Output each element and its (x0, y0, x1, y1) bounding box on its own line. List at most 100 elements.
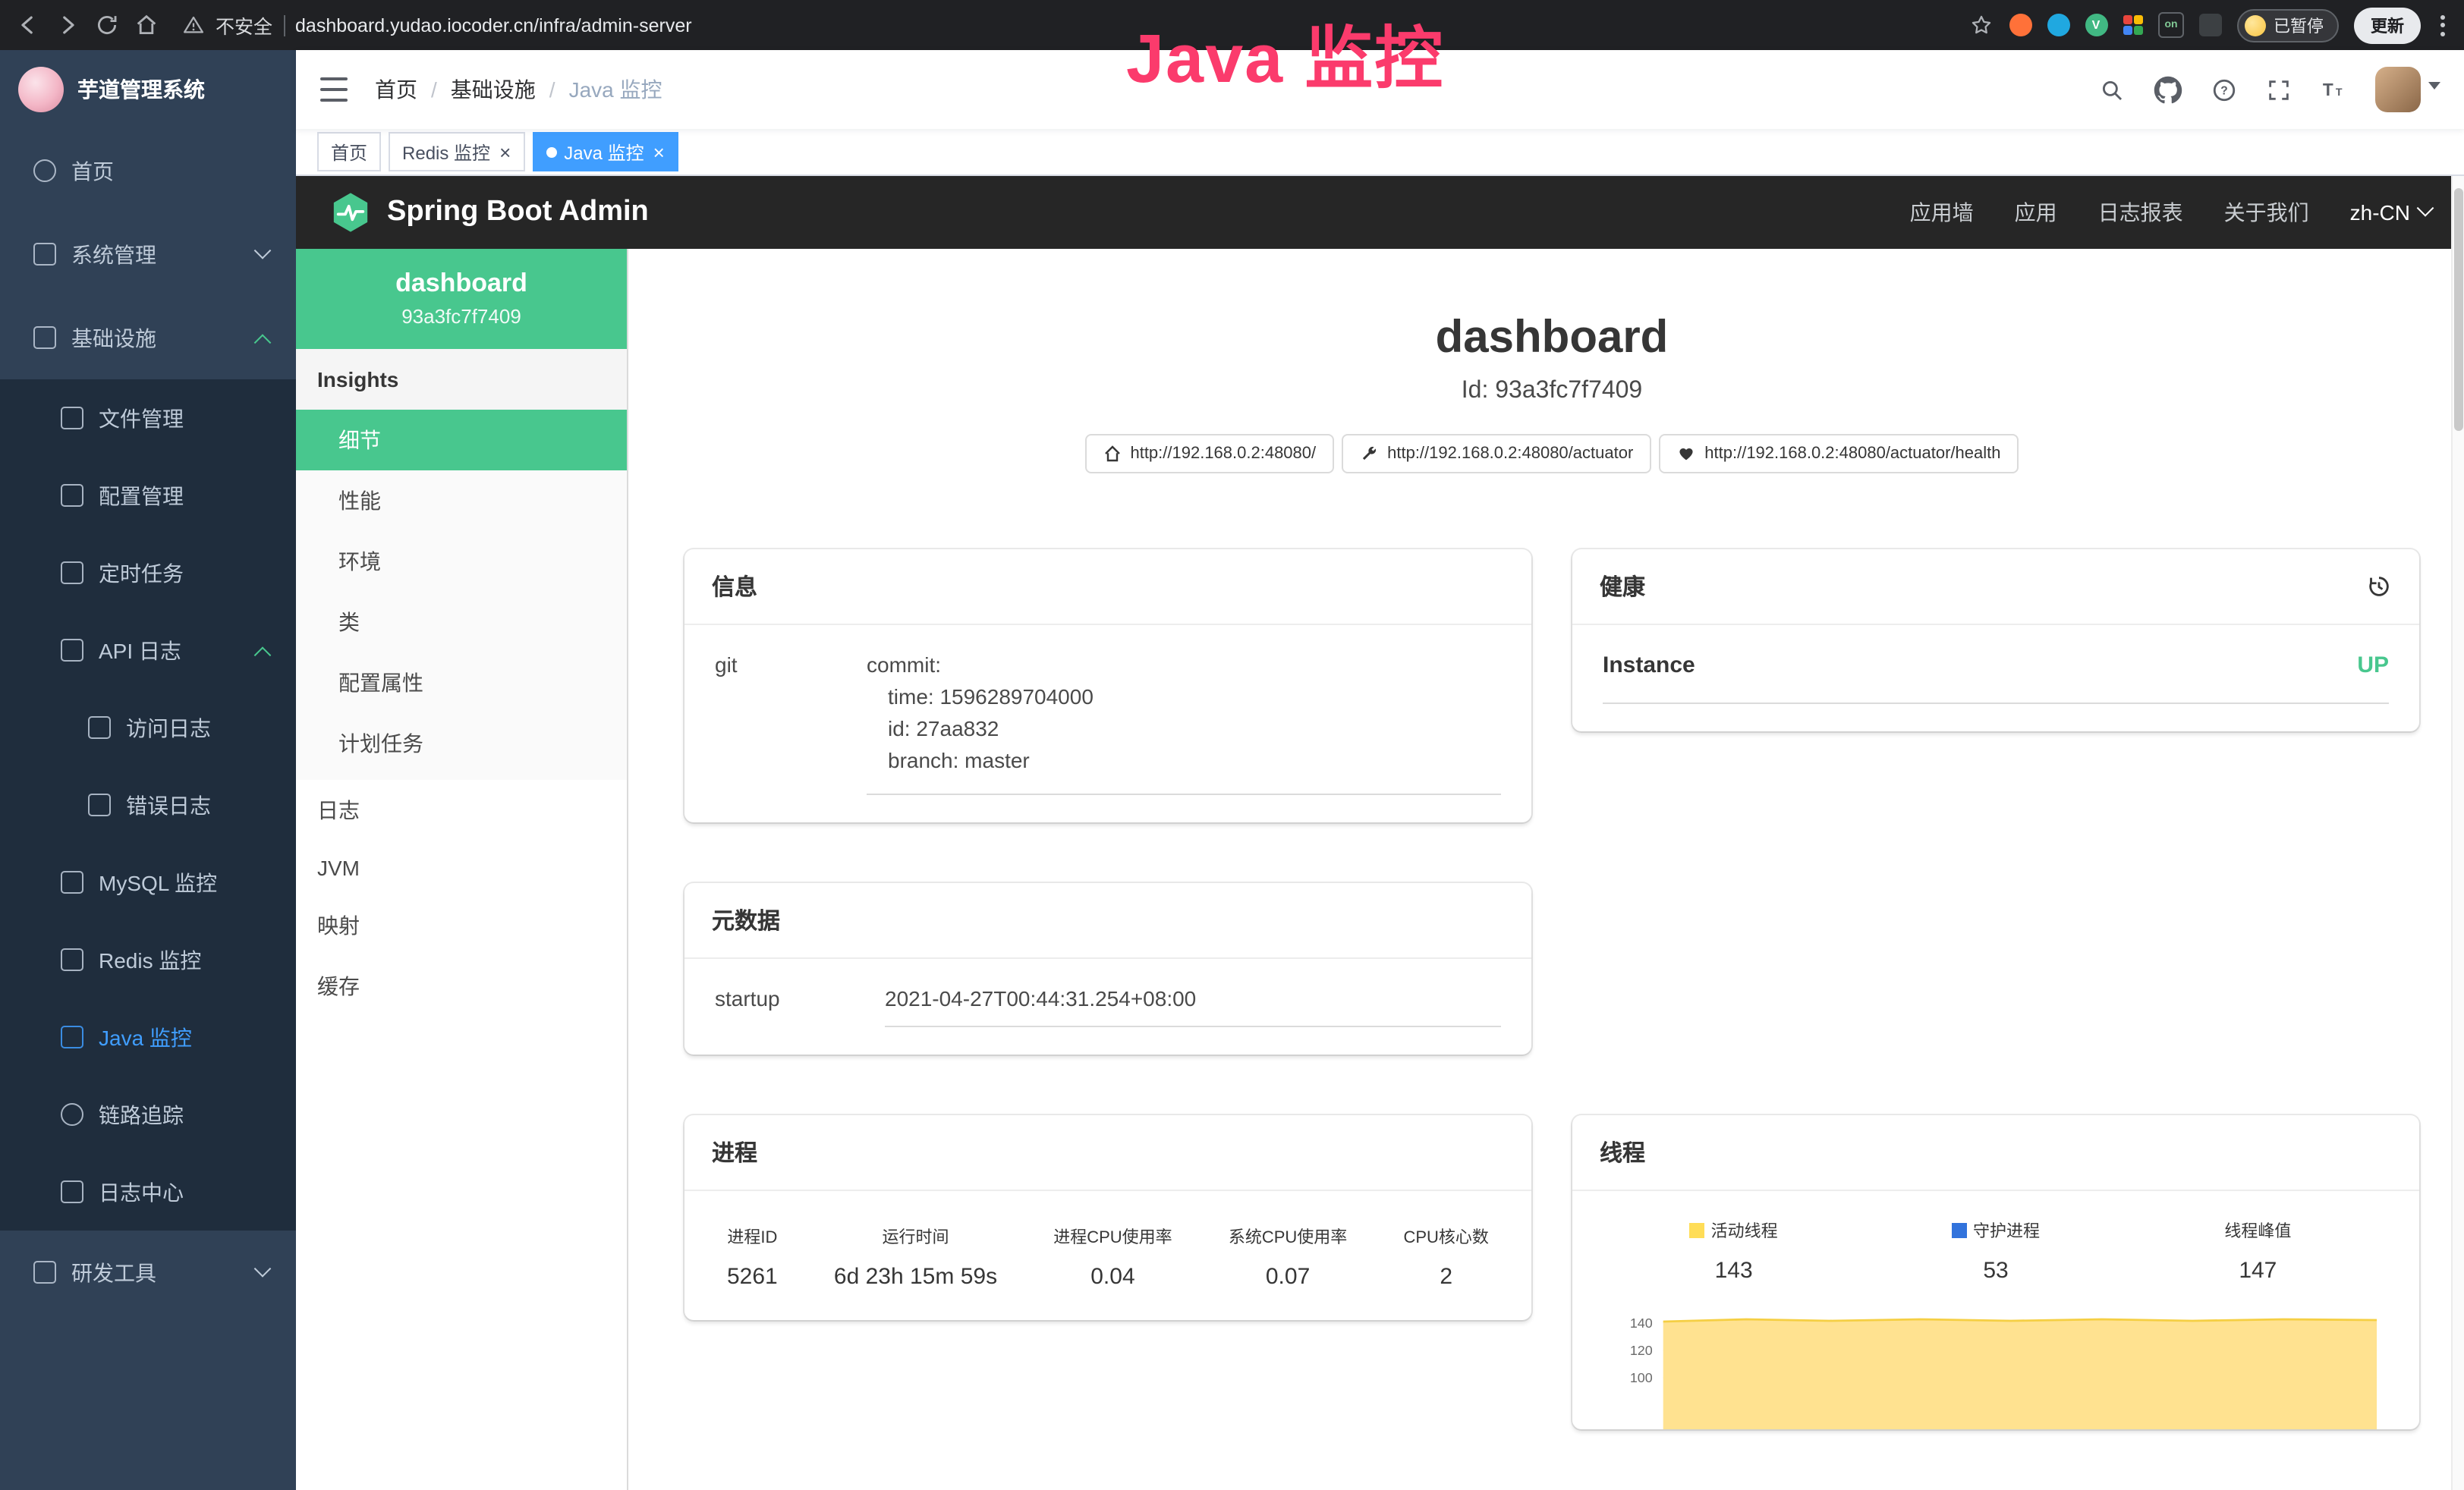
app-sidebar: 芋道管理系统 首页 系统管理 基础设施 (0, 50, 296, 1490)
breadcrumb-current: Java 监控 (569, 74, 662, 105)
legend-daemon-threads: 守护进程 53 (1865, 1218, 2126, 1284)
meta-value: 2021-04-27T00:44:31.254+08:00 (885, 986, 1501, 1027)
font-size-icon[interactable]: TT (2321, 77, 2346, 102)
sba-nav-applications[interactable]: 应用 (2015, 197, 2057, 228)
tab-home[interactable]: 首页 (317, 132, 381, 171)
caret-down-icon[interactable] (2428, 82, 2440, 90)
gear-icon (33, 243, 56, 266)
fullscreen-icon[interactable] (2266, 77, 2292, 102)
extension-icon-on[interactable]: on (2158, 12, 2184, 38)
threads-card: 线程 活动线程 143 守护进程 (1572, 1115, 2419, 1429)
process-col-pid: 进程ID 5261 (727, 1224, 778, 1290)
menu-item-mappings[interactable]: 映射 (296, 895, 627, 956)
extension-icon-4[interactable] (2123, 15, 2143, 36)
history-icon[interactable] (2366, 574, 2392, 599)
info-key: git (715, 652, 867, 795)
process-col-uptime: 运行时间 6d 23h 15m 59s (834, 1224, 997, 1290)
home-icon[interactable] (134, 12, 159, 38)
bookmark-star-icon[interactable] (1968, 12, 1994, 38)
meta-key: startup (715, 986, 885, 1027)
sidebar-item-dev-tools[interactable]: 研发工具 (0, 1231, 296, 1314)
sba-brand-label: Spring Boot Admin (387, 196, 649, 229)
instance-header[interactable]: dashboard 93a3fc7f7409 (296, 249, 627, 349)
breadcrumb-infrastructure[interactable]: 基础设施 (451, 74, 536, 105)
card-title: 线程 (1600, 1136, 1645, 1168)
url-divider (283, 14, 285, 36)
back-icon[interactable] (15, 12, 41, 38)
profile-paused-badge[interactable]: 已暂停 (2237, 8, 2339, 42)
sba-nav-wallboard[interactable]: 应用墙 (1910, 197, 1974, 228)
sidebar-item-redis-monitor[interactable]: Redis 监控 (0, 921, 296, 998)
menu-item-environment[interactable]: 环境 (296, 531, 627, 592)
stat-label: 进程ID (727, 1224, 778, 1249)
user-avatar[interactable] (2375, 67, 2421, 112)
tab-java-monitor[interactable]: Java 监控 × (532, 132, 678, 171)
sidebar-item-label: MySQL 监控 (99, 867, 217, 897)
help-icon[interactable]: ? (2211, 77, 2237, 102)
sidebar-item-log-center[interactable]: 日志中心 (0, 1153, 296, 1231)
browser-menu-icon[interactable] (2436, 14, 2450, 36)
menu-item-config-props[interactable]: 配置属性 (296, 652, 627, 713)
svg-text:T: T (2336, 86, 2343, 98)
close-icon[interactable]: × (653, 142, 665, 162)
grid-dot (2134, 15, 2143, 24)
health-url-link[interactable]: http://192.168.0.2:48080/actuator/health (1659, 434, 2019, 473)
app-logo[interactable]: 芋道管理系统 (0, 50, 296, 129)
extension-icon-3[interactable]: V (2085, 14, 2107, 36)
sidebar-item-config-mgmt[interactable]: 配置管理 (0, 457, 296, 534)
tab-redis-monitor[interactable]: Redis 监控 × (389, 132, 524, 171)
sidebar-item-java-monitor[interactable]: Java 监控 (0, 998, 296, 1076)
process-card: 进程 进程ID 5261 运行时间 (684, 1115, 1531, 1320)
api-log-icon (61, 639, 83, 662)
scrollbar-thumb[interactable] (2454, 188, 2463, 431)
sidebar-item-error-logs[interactable]: 错误日志 (0, 766, 296, 844)
git-time-line: time: 1596289704000 (888, 684, 1501, 709)
refresh-icon[interactable] (94, 12, 120, 38)
smiley-avatar-icon (2245, 14, 2266, 36)
sidebar-item-system-mgmt[interactable]: 系统管理 (0, 212, 296, 296)
sidebar-item-infrastructure[interactable]: 基础设施 (0, 296, 296, 379)
sidebar-item-api-logs[interactable]: API 日志 (0, 611, 296, 689)
sba-nav-journal[interactable]: 日志报表 (2098, 197, 2183, 228)
sidebar-item-mysql-monitor[interactable]: MySQL 监控 (0, 844, 296, 921)
github-icon[interactable] (2154, 75, 2182, 104)
health-card: 健康 Instance UP (1572, 549, 2419, 731)
menu-item-details[interactable]: 细节 (296, 410, 627, 470)
actuator-url-link[interactable]: http://192.168.0.2:48080/actuator (1342, 434, 1651, 473)
extension-icon-1[interactable] (2009, 14, 2031, 36)
legend-value: 143 (1603, 1258, 1865, 1284)
mysql-icon (61, 871, 83, 894)
sidebar-item-scheduled-jobs[interactable]: 定时任务 (0, 534, 296, 611)
sidebar-item-label: API 日志 (99, 635, 181, 665)
sidebar-item-tracing[interactable]: 链路追踪 (0, 1076, 296, 1153)
sba-nav-about[interactable]: 关于我们 (2224, 197, 2309, 228)
sidebar-item-access-logs[interactable]: 访问日志 (0, 689, 296, 766)
service-url-link[interactable]: http://192.168.0.2:48080/ (1084, 434, 1334, 473)
info-card: 信息 git commit: time: 1596289704000 id: 2… (684, 549, 1531, 822)
sba-language-select[interactable]: zh-CN (2350, 200, 2431, 225)
legend-value: 147 (2127, 1258, 2389, 1284)
menu-item-caches[interactable]: 缓存 (296, 956, 627, 1017)
menu-item-scheduled-tasks[interactable]: 计划任务 (296, 713, 627, 774)
extension-icon-2[interactable] (2047, 14, 2069, 36)
sidebar-menu: 首页 系统管理 基础设施 文件管理 (0, 129, 296, 1314)
paused-label: 已暂停 (2274, 13, 2324, 37)
extension-icon-6[interactable] (2199, 14, 2222, 36)
sba-brand[interactable]: Spring Boot Admin (329, 191, 649, 234)
sidebar-item-label: Java 监控 (99, 1022, 192, 1052)
menu-item-jvm[interactable]: JVM (296, 841, 627, 895)
search-icon[interactable] (2099, 77, 2125, 102)
menu-item-metrics[interactable]: 性能 (296, 470, 627, 531)
menu-item-logs[interactable]: 日志 (296, 780, 627, 841)
stat-value: 6d 23h 15m 59s (834, 1264, 997, 1290)
address-field[interactable]: 不安全 dashboard.yudao.iocoder.cn/infra/adm… (182, 11, 692, 39)
breadcrumb-home[interactable]: 首页 (375, 74, 417, 105)
forward-icon[interactable] (55, 12, 80, 38)
sidebar-toggle-icon[interactable] (320, 77, 348, 101)
update-button[interactable]: 更新 (2354, 7, 2421, 43)
sidebar-item-file-mgmt[interactable]: 文件管理 (0, 379, 296, 457)
infrastructure-submenu: 文件管理 配置管理 定时任务 API 日志 (0, 379, 296, 1231)
menu-item-classes[interactable]: 类 (296, 592, 627, 652)
close-icon[interactable]: × (499, 142, 511, 162)
sidebar-item-home[interactable]: 首页 (0, 129, 296, 212)
